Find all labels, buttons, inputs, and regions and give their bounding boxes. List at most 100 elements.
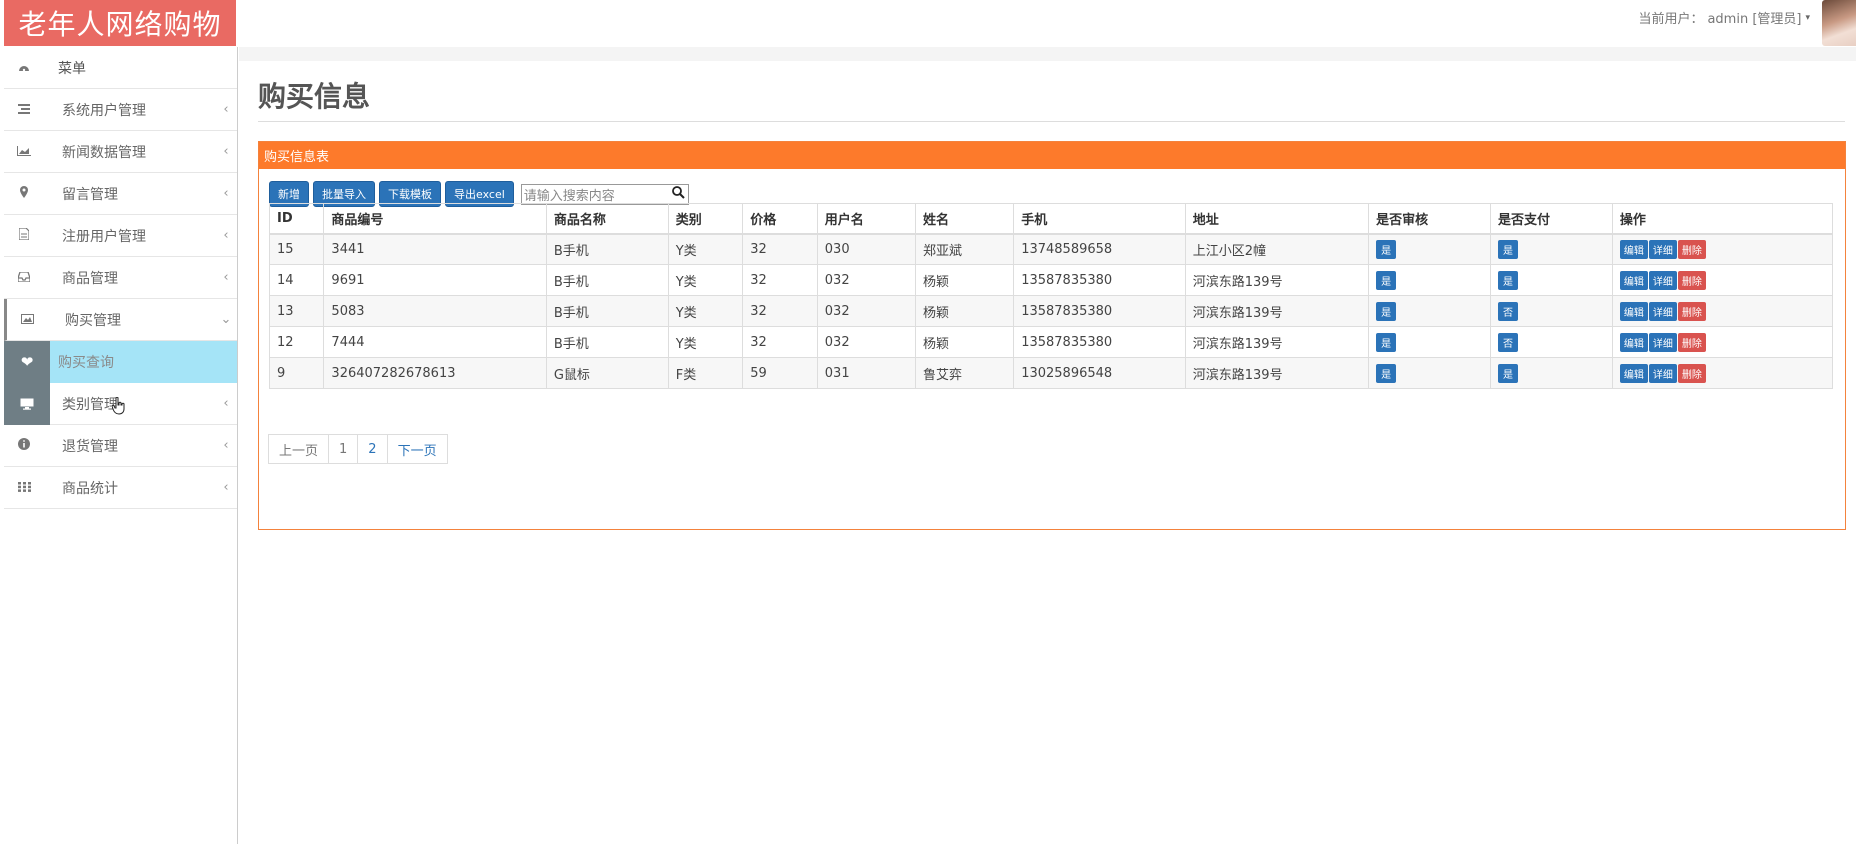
cell-phone: 13587835380 [1013, 295, 1186, 327]
cell-realname: 鲁艾弈 [914, 357, 1015, 389]
audited-badge[interactable]: 是 [1376, 363, 1397, 383]
paid-badge[interactable]: 是 [1498, 363, 1518, 383]
edit-button[interactable]: 编辑 [1619, 301, 1648, 321]
edit-button[interactable]: 编辑 [1619, 363, 1648, 383]
cell-paid: 否 [1490, 295, 1613, 327]
cell-username: 031 [816, 357, 916, 389]
cell-phone: 13025896548 [1013, 357, 1186, 389]
search-placeholder: 请输入搜索内容 [523, 188, 615, 204]
sidebar-item-label: 退货管理 [62, 438, 118, 455]
sidebar-item-purchases[interactable]: 购买管理 ⌄ [4, 299, 237, 341]
main-content: 购买信息 购买信息表 新增 批量导入 下载模板 导出excel 请输入搜索内容 … [239, 47, 1856, 844]
map-pin-icon [4, 186, 44, 201]
column-header: 操作 [1611, 203, 1834, 235]
cell-actions: 编辑 详细 删除 [1611, 233, 1834, 265]
cell-price: 32 [742, 295, 818, 327]
app-brand[interactable]: 老年人网络购物 [4, 0, 236, 46]
info-icon [4, 438, 44, 453]
column-header[interactable]: 类别 [667, 203, 744, 235]
detail-button[interactable]: 详细 [1648, 270, 1677, 290]
top-header: 老年人网络购物 当前用户： admin [管理员] ▾ [0, 0, 1856, 47]
column-header[interactable]: 商品编号 [323, 203, 547, 235]
detail-button[interactable]: 详细 [1648, 363, 1677, 383]
sidebar-item-system-users[interactable]: 系统用户管理 ‹ [4, 89, 237, 131]
current-user-value: admin [管理员] [1707, 12, 1802, 27]
sidebar-subitem-purchase-query[interactable]: ❤ 购买查询 [4, 341, 237, 383]
cell-paid: 是 [1490, 264, 1613, 296]
search-icon[interactable] [671, 185, 685, 203]
audited-badge[interactable]: 是 [1376, 239, 1397, 259]
cell-code: 9691 [323, 264, 547, 296]
paid-badge[interactable]: 否 [1498, 301, 1518, 321]
column-header[interactable]: ID [268, 203, 325, 235]
audited-badge[interactable]: 是 [1376, 332, 1397, 352]
column-header[interactable]: 商品名称 [545, 203, 669, 235]
delete-button[interactable]: 删除 [1677, 332, 1706, 352]
delete-button[interactable]: 删除 [1677, 363, 1706, 383]
cell-audited: 是 [1368, 233, 1491, 265]
audited-badge[interactable]: 是 [1376, 270, 1397, 290]
cell-paid: 是 [1490, 233, 1613, 265]
cell-code: 326407282678613 [323, 357, 547, 389]
edit-button[interactable]: 编辑 [1619, 270, 1648, 290]
column-header[interactable]: 手机 [1013, 203, 1186, 235]
paid-badge[interactable]: 是 [1498, 239, 1518, 259]
user-avatar[interactable] [1822, 0, 1856, 46]
page-2-button[interactable]: 2 [357, 434, 388, 464]
pagination: 上一页 1 2 下一页 [268, 434, 448, 464]
cell-actions: 编辑 详细 删除 [1611, 326, 1834, 358]
cell-realname: 杨颖 [914, 264, 1015, 296]
sidebar-item-product-stats[interactable]: 商品统计 ‹ [4, 467, 237, 509]
sidebar-item-news-data[interactable]: 新闻数据管理 ‹ [4, 131, 237, 173]
column-header[interactable]: 用户名 [816, 203, 916, 235]
heart-icon: ❤ [4, 341, 50, 383]
column-header[interactable]: 地址 [1184, 203, 1370, 235]
cell-id: 14 [268, 264, 325, 296]
cell-category: Y类 [667, 295, 744, 327]
column-header[interactable]: 姓名 [914, 203, 1015, 235]
search-input[interactable]: 请输入搜索内容 [520, 183, 689, 205]
delete-button[interactable]: 删除 [1677, 270, 1706, 290]
next-page-button[interactable]: 下一页 [386, 434, 448, 464]
sidebar-item-products[interactable]: 商品管理 ‹ [4, 257, 237, 299]
sidebar-item-returns[interactable]: 退货管理 ‹ [4, 425, 237, 467]
list-icon [4, 103, 44, 117]
detail-button[interactable]: 详细 [1648, 239, 1677, 259]
edit-button[interactable]: 编辑 [1619, 332, 1648, 352]
sidebar: 菜单 系统用户管理 ‹ 新闻数据管理 ‹ 留言管理 ‹ 注册用户管理 ‹ 商品管… [4, 47, 238, 844]
delete-button[interactable]: 删除 [1677, 239, 1706, 259]
cell-username: 032 [816, 264, 916, 296]
cell-name: G鼠标 [545, 357, 669, 389]
sidebar-item-registered-users[interactable]: 注册用户管理 ‹ [4, 215, 237, 257]
cell-audited: 是 [1368, 295, 1491, 327]
cell-category: Y类 [667, 264, 744, 296]
cell-paid: 否 [1490, 326, 1613, 358]
edit-button[interactable]: 编辑 [1619, 239, 1648, 259]
detail-button[interactable]: 详细 [1648, 301, 1677, 321]
paid-badge[interactable]: 否 [1498, 332, 1518, 352]
page-1-button[interactable]: 1 [328, 434, 359, 464]
cell-code: 7444 [323, 326, 547, 358]
detail-button[interactable]: 详细 [1648, 332, 1677, 352]
column-header[interactable]: 是否审核 [1368, 203, 1491, 235]
cell-name: B手机 [545, 233, 669, 265]
cell-name: B手机 [545, 326, 669, 358]
panel-title: 购买信息表 [259, 142, 1845, 169]
column-header[interactable]: 是否支付 [1490, 203, 1613, 235]
current-user-menu[interactable]: 当前用户： admin [管理员] ▾ [1638, 8, 1810, 27]
column-header[interactable]: 价格 [742, 203, 818, 235]
document-icon [4, 227, 44, 243]
sidebar-item-messages[interactable]: 留言管理 ‹ [4, 173, 237, 215]
cell-actions: 编辑 详细 删除 [1611, 264, 1834, 296]
prev-page-button[interactable]: 上一页 [268, 434, 330, 464]
sidebar-item-label: 类别管理 [62, 396, 118, 413]
cell-actions: 编辑 详细 删除 [1611, 357, 1834, 389]
paid-badge[interactable]: 是 [1498, 270, 1518, 290]
delete-button[interactable]: 删除 [1677, 301, 1706, 321]
grid-icon [4, 481, 44, 495]
cell-category: Y类 [667, 233, 744, 265]
sidebar-item-label: 新闻数据管理 [62, 144, 146, 161]
cell-phone: 13587835380 [1013, 326, 1186, 358]
audited-badge[interactable]: 是 [1376, 301, 1397, 321]
chevron-down-icon: ⌄ [220, 312, 232, 327]
